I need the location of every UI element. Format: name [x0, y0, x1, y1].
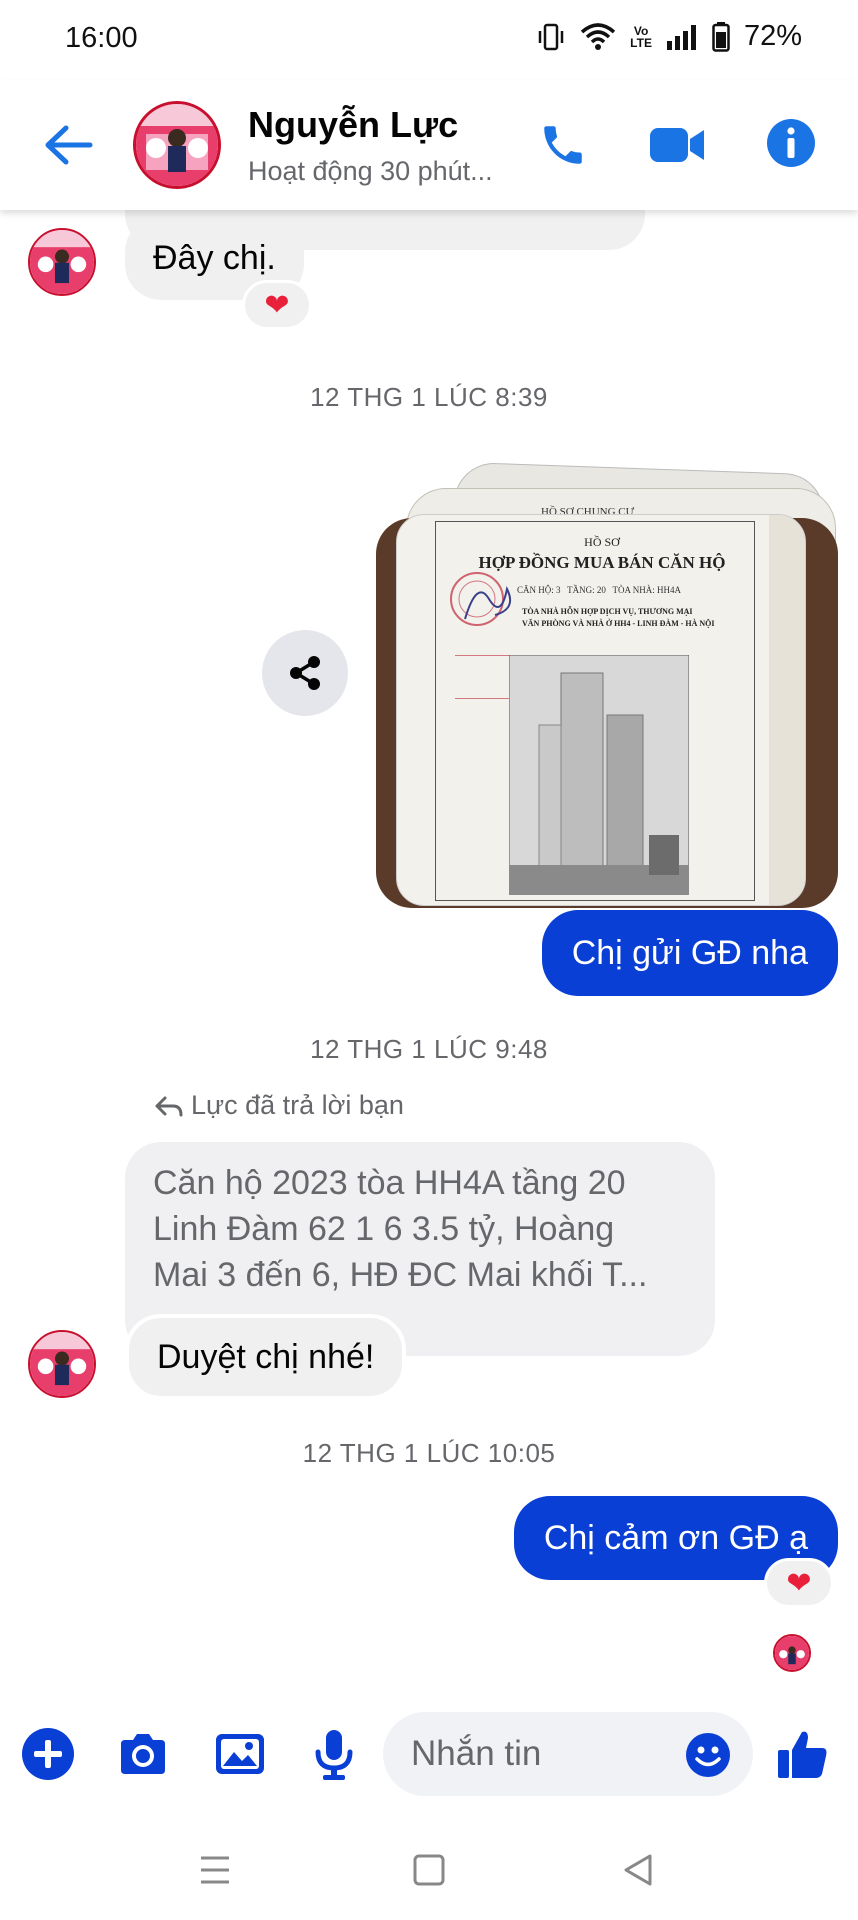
back-nav-button[interactable] [618, 1850, 658, 1890]
document-cover: HỒ SƠ HỢP ĐỒNG MUA BÁN CĂN HỘ CĂN HỘ: 3 … [396, 514, 806, 906]
doc-header: HỒ SƠ [584, 535, 620, 549]
back-button[interactable] [40, 120, 96, 170]
outgoing-message[interactable]: Chị gửi GĐ nha [541, 910, 838, 996]
heart-icon: ❤ [786, 1566, 812, 1600]
voice-message-button[interactable] [306, 1726, 362, 1782]
volte-bottom: LTE [630, 35, 652, 50]
share-button[interactable] [262, 630, 348, 716]
info-icon [767, 119, 815, 167]
doc-building-line1: TÒA NHÀ HỖN HỢP DỊCH VỤ, THƯƠNG MẠI [522, 607, 693, 616]
doc-building: TÒA NHÀ: HH4A [612, 585, 681, 595]
phone-icon [544, 126, 582, 164]
video-camera-icon [650, 128, 704, 162]
message-text: Duyệt chị nhé! [157, 1337, 375, 1376]
thumbs-up-icon [778, 1731, 827, 1778]
plus-circle-icon [22, 1728, 74, 1780]
gallery-button[interactable] [212, 1726, 268, 1782]
doc-unit-line: CĂN HỘ: 3 TẦNG: 20 TÒA NHÀ: HH4A [517, 585, 681, 595]
avatar-image [775, 1636, 809, 1670]
status-time: 16:00 [65, 22, 138, 54]
square-icon [413, 1854, 445, 1886]
triangle-back-icon [624, 1854, 652, 1886]
building-photo [509, 655, 689, 895]
reply-label: Lực đã trả lời bạn [191, 1090, 404, 1120]
heart-icon: ❤ [264, 288, 290, 322]
emoji-button[interactable] [685, 1732, 731, 1778]
back-arrow-icon [45, 125, 93, 165]
heart-reaction[interactable]: ❤ [764, 1558, 834, 1608]
voice-call-button[interactable] [538, 120, 588, 170]
share-icon [290, 656, 320, 690]
quote-line: Căn hộ 2023 tòa HH4A tầng 20 [153, 1164, 626, 1202]
doc-building-line2: VĂN PHÒNG VÀ NHÀ Ở HH4 - LINH ĐÀM - HÀ N… [522, 619, 715, 628]
vibrate-icon [538, 23, 564, 50]
image-icon [216, 1734, 264, 1774]
doc-floor: TẦNG: 20 [567, 585, 606, 595]
smiley-icon [686, 1733, 730, 1777]
timestamp: 12 THG 1 LÚC 9:48 [310, 1034, 548, 1064]
sender-avatar[interactable] [28, 228, 96, 296]
status-icons: Vo LTE 72% [536, 20, 802, 53]
doc-right-margin [769, 515, 805, 905]
reply-indicator: Lực đã trả lời bạn [155, 1090, 404, 1121]
stamp-signature [450, 572, 511, 626]
more-actions-button[interactable] [20, 1726, 76, 1782]
battery-icon [712, 21, 730, 52]
seen-receipt-avatar [773, 1634, 811, 1672]
contact-name[interactable]: Nguyễn Lực [248, 104, 458, 146]
activity-status: Hoạt động 30 phút... [248, 156, 493, 186]
incoming-message[interactable]: Duyệt chị nhé! [125, 1314, 407, 1400]
menu-lines-icon [201, 1856, 229, 1884]
sender-avatar[interactable] [28, 1330, 96, 1398]
conversation-header: Nguyễn Lực Hoạt động 30 phút... [0, 80, 858, 210]
microphone-icon [315, 1730, 353, 1780]
home-button[interactable] [409, 1850, 449, 1890]
signal-icon [666, 24, 696, 50]
info-button[interactable] [766, 118, 816, 168]
avatar-image [30, 230, 94, 294]
quote-line: Linh Đàm 62 1 6 3.5 tỷ, Hoàng [153, 1210, 615, 1248]
message-text: Đây chị. [153, 238, 276, 277]
message-composer: Nhắn tin [0, 1690, 858, 1820]
status-bar: 16:00 Vo LTE 72% [0, 0, 858, 80]
message-list[interactable]: Đây chị. ❤ 12 THG 1 LÚC 8:39 HỒ SƠ CHUNG… [0, 210, 858, 1690]
photo-attachment[interactable]: HỒ SƠ CHUNG CƯ HỒ SƠ HỢP ĐỒNG MUA BÁN CĂ… [376, 461, 838, 918]
timestamp: 12 THG 1 LÚC 8:39 [310, 382, 548, 412]
avatar-image [30, 1332, 94, 1396]
like-button[interactable] [774, 1726, 830, 1782]
recent-apps-button[interactable] [195, 1850, 235, 1890]
message-input-placeholder: Nhắn tin [411, 1734, 542, 1773]
system-navigation-bar [0, 1820, 858, 1920]
heart-reaction[interactable]: ❤ [242, 280, 312, 330]
wifi-icon [581, 22, 616, 50]
contact-avatar[interactable] [133, 101, 221, 189]
camera-icon [121, 1734, 165, 1774]
camera-button[interactable] [115, 1726, 171, 1782]
timestamp: 12 THG 1 LÚC 10:05 [302, 1438, 556, 1468]
video-call-button[interactable] [648, 122, 706, 168]
volte-indicator: Vo LTE [630, 25, 652, 49]
reply-arrow-icon [155, 1096, 183, 1116]
avatar-image [136, 104, 218, 186]
message-input[interactable]: Nhắn tin [383, 1712, 753, 1796]
battery-percent: 72% [743, 20, 802, 52]
message-text: Chị gửi GĐ nha [571, 933, 808, 972]
message-text: Chị cảm ơn GĐ ạ [543, 1518, 808, 1557]
quote-line: Mai 3 đến 6, HĐ ĐC Mai khối T... [153, 1256, 648, 1294]
